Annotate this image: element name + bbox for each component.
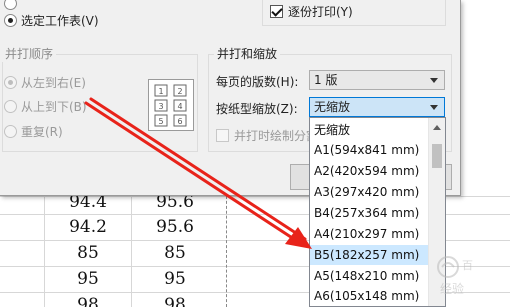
svg-text:百: 百 xyxy=(462,259,473,272)
svg-text:经验: 经验 xyxy=(440,281,464,296)
watermark-logo: 百 经验 xyxy=(437,256,473,296)
